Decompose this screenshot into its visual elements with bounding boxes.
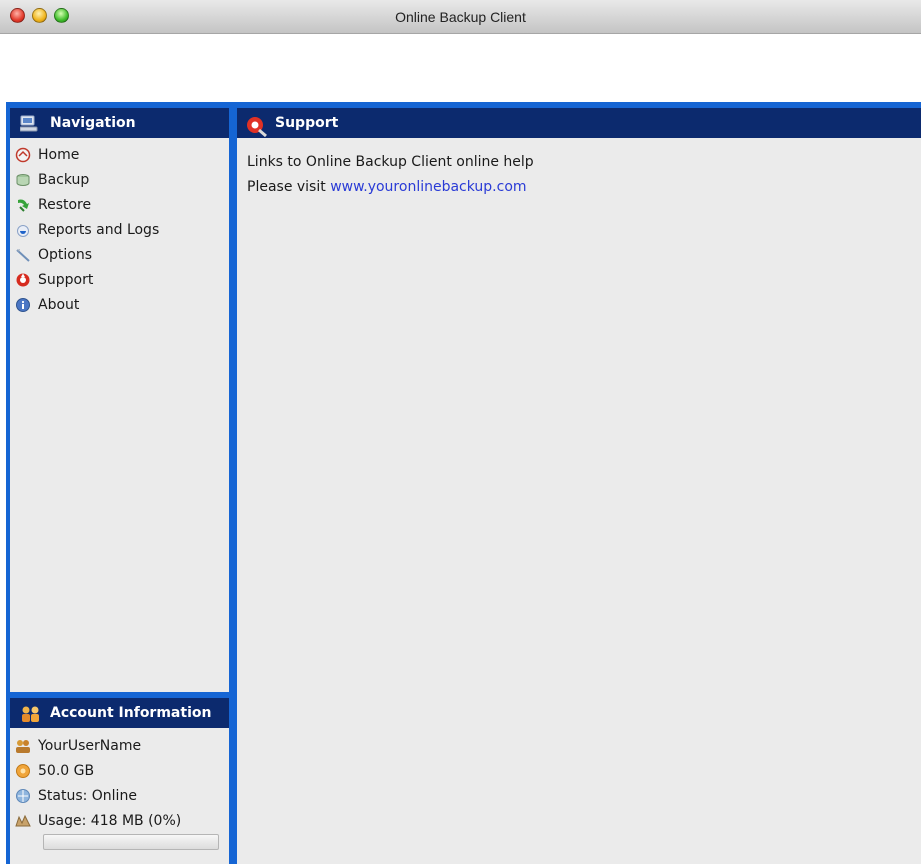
left-column: Navigation Home Backup Restore Reports a… <box>6 102 231 864</box>
nav-item-label: Restore <box>38 196 92 213</box>
window-title: Online Backup Client <box>395 9 526 25</box>
reports-icon <box>15 222 31 238</box>
account-quota-label: 50.0 GB <box>38 762 95 779</box>
nav-item-restore[interactable]: Restore <box>10 192 229 217</box>
status-online-icon <box>15 788 31 804</box>
account-status-label: Status: Online <box>38 787 137 804</box>
main-frame: Navigation Home Backup Restore Reports a… <box>6 102 921 864</box>
backup-icon <box>15 172 31 188</box>
nav-item-label: About <box>38 296 80 313</box>
nav-item-label: Backup <box>38 171 90 188</box>
nav-item-label: Home <box>38 146 80 163</box>
account-username-label: YourUserName <box>38 737 142 754</box>
nav-item-label: Reports and Logs <box>38 221 160 238</box>
storage-icon <box>15 763 31 779</box>
title-bar: Online Backup Client <box>0 0 921 34</box>
navigation-panel: Navigation Home Backup Restore Reports a… <box>10 108 229 692</box>
nav-item-home[interactable]: Home <box>10 142 229 167</box>
users-icon <box>20 705 39 722</box>
account-quota: 50.0 GB <box>10 758 229 783</box>
account-information-list: YourUserName 50.0 GB Status: Online Usag… <box>10 728 229 833</box>
restore-icon <box>15 197 31 213</box>
support-magnifier-icon <box>245 115 267 138</box>
account-information-header: Account Information <box>10 698 229 728</box>
support-visit-line: Please visit www.youronlinebackup.com <box>247 175 921 200</box>
account-usage: Usage: 418 MB (0%) <box>10 808 229 833</box>
support-website-link[interactable]: www.youronlinebackup.com <box>330 179 526 195</box>
account-information-panel: Account Information YourUserName 50.0 GB <box>10 698 229 864</box>
support-content: Links to Online Backup Client online hel… <box>237 138 921 200</box>
account-username: YourUserName <box>10 733 229 758</box>
nav-item-label: Support <box>38 271 94 288</box>
account-usage-label: Usage: 418 MB (0%) <box>38 812 182 829</box>
support-header: Support <box>237 108 921 138</box>
nav-item-label: Options <box>38 246 93 263</box>
nav-item-options[interactable]: Options <box>10 242 229 267</box>
usage-icon <box>15 813 31 829</box>
account-information-header-label: Account Information <box>50 705 212 721</box>
navigation-header: Navigation <box>10 108 229 138</box>
support-panel: Support Links to Online Backup Client on… <box>237 108 921 864</box>
usage-progress-bar <box>43 834 219 850</box>
support-visit-prefix: Please visit <box>247 179 326 195</box>
navigation-list: Home Backup Restore Reports and Logs Opt… <box>10 138 229 317</box>
nav-item-support[interactable]: Support <box>10 267 229 292</box>
nav-item-reports-and-logs[interactable]: Reports and Logs <box>10 217 229 242</box>
options-icon <box>15 247 31 263</box>
home-icon <box>15 147 31 163</box>
navigation-header-label: Navigation <box>50 115 136 131</box>
user-icon <box>15 738 31 754</box>
computer-icon <box>19 115 38 132</box>
nav-item-backup[interactable]: Backup <box>10 167 229 192</box>
support-header-label: Support <box>275 115 339 131</box>
about-icon <box>15 297 31 313</box>
nav-item-about[interactable]: About <box>10 292 229 317</box>
support-help-text: Links to Online Backup Client online hel… <box>247 154 534 170</box>
account-status: Status: Online <box>10 783 229 808</box>
support-icon <box>15 272 31 288</box>
